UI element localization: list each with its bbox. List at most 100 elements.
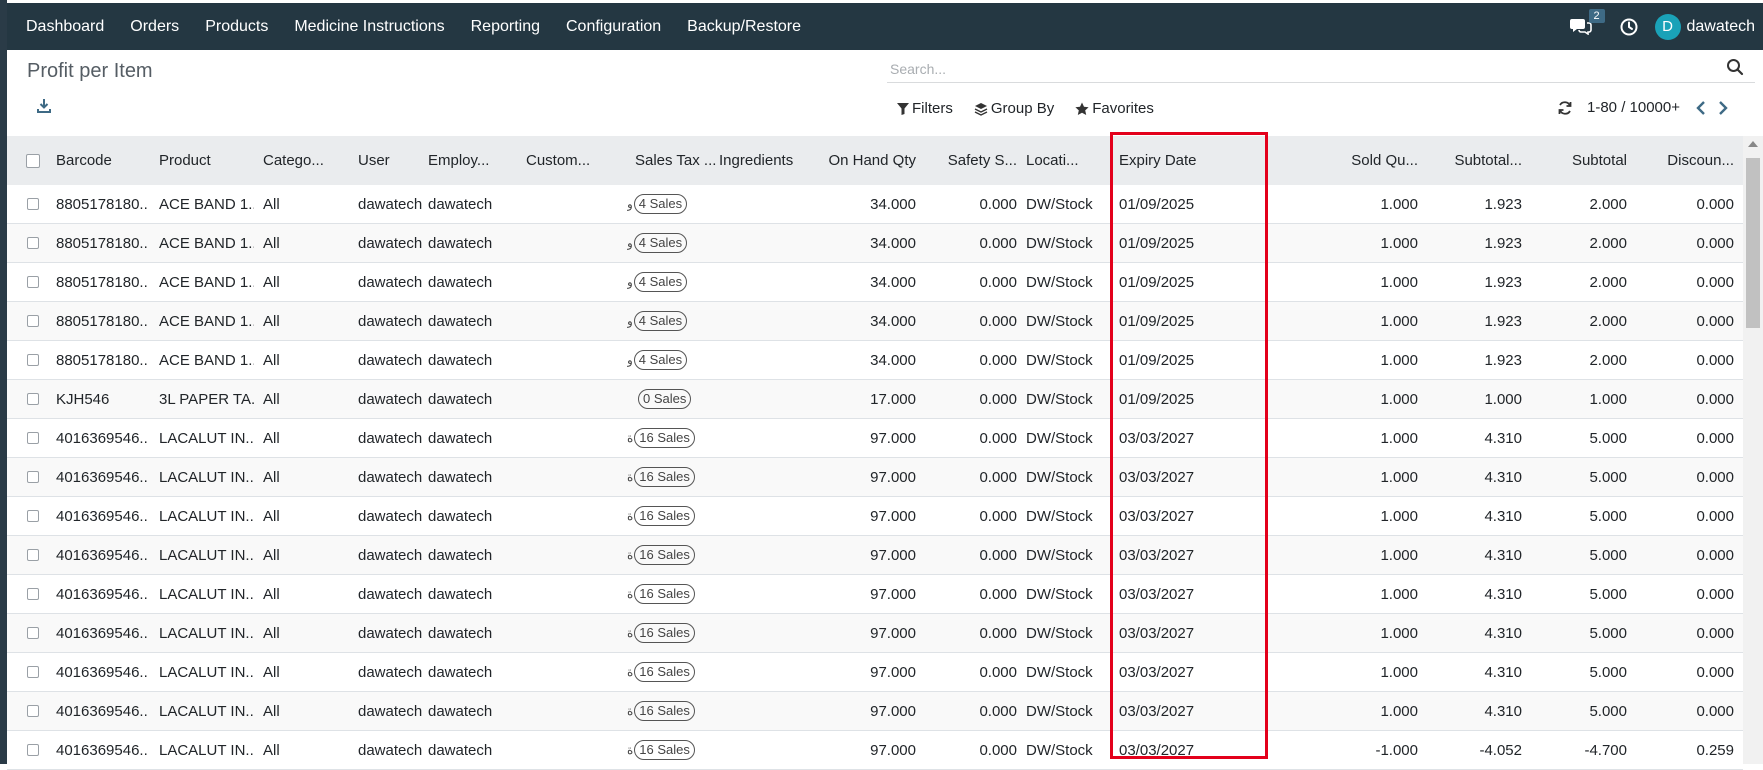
row-checkbox[interactable] <box>27 744 39 756</box>
cell-category: All <box>263 653 348 691</box>
nav-medicine-instructions[interactable]: Medicine Instructions <box>281 18 457 36</box>
cell-safety-stock: 0.000 <box>932 380 1017 418</box>
row-checkbox[interactable] <box>27 198 39 210</box>
cell-ingredients <box>719 536 809 574</box>
table-row[interactable]: 4016369546...LACALUT IN...Alldawatechdaw… <box>7 536 1743 575</box>
col-subtotal[interactable]: Subtotal <box>1529 136 1627 185</box>
row-checkbox[interactable] <box>27 471 39 483</box>
col-employee[interactable]: Employ... <box>428 136 518 185</box>
cell-subtotal-excl: 4.310 <box>1422 692 1522 730</box>
avatar[interactable]: D <box>1655 14 1681 40</box>
col-sold-qty[interactable]: Sold Qu... <box>1322 136 1418 185</box>
nav-configuration[interactable]: Configuration <box>553 18 674 36</box>
vertical-scrollbar[interactable] <box>1743 136 1763 764</box>
table-row[interactable]: 8805178180...ACE BAND 1...Alldawatechdaw… <box>7 224 1743 263</box>
col-customer[interactable]: Custom... <box>526 136 616 185</box>
search-icon[interactable] <box>1726 58 1744 76</box>
search-input[interactable] <box>887 56 1755 83</box>
table-row[interactable]: 8805178180...ACE BAND 1...Alldawatechdaw… <box>7 302 1743 341</box>
cell-user: dawatech <box>358 302 426 340</box>
cell-subtotal: 5.000 <box>1529 692 1627 730</box>
nav-backup-restore[interactable]: Backup/Restore <box>674 18 814 36</box>
cell-category: All <box>263 224 348 262</box>
cell-employee: dawatech <box>428 653 518 691</box>
scroll-thumb[interactable] <box>1746 158 1760 328</box>
col-user[interactable]: User <box>358 136 418 185</box>
col-safety-stock[interactable]: Safety S... <box>932 136 1017 185</box>
scroll-up-arrow[interactable] <box>1748 141 1758 147</box>
cell-discount: 0.000 <box>1632 692 1734 730</box>
cell-sold-qty: 1.000 <box>1322 380 1418 418</box>
table-row[interactable]: 8805178180...ACE BAND 1...Alldawatechdaw… <box>7 263 1743 302</box>
cell-subtotal: 5.000 <box>1529 653 1627 691</box>
table-row[interactable]: 8805178180...ACE BAND 1...Alldawatechdaw… <box>7 185 1743 224</box>
cell-subtotal: 5.000 <box>1529 536 1627 574</box>
row-checkbox[interactable] <box>27 276 39 288</box>
table-row[interactable]: 4016369546...LACALUT IN...Alldawatechdaw… <box>7 458 1743 497</box>
pager-value[interactable]: 1-80 / 10000+ <box>1587 99 1680 116</box>
nav-orders[interactable]: Orders <box>117 18 192 36</box>
col-location[interactable]: Locati... <box>1026 136 1106 185</box>
clock-icon[interactable] <box>1620 18 1638 36</box>
group-by-button[interactable]: Group By <box>974 100 1054 117</box>
favorites-button[interactable]: Favorites <box>1075 100 1154 117</box>
cell-product: LACALUT IN... <box>159 575 254 613</box>
cell-discount: 0.000 <box>1632 536 1734 574</box>
row-checkbox[interactable] <box>27 393 39 405</box>
col-expiry-date[interactable]: Expiry Date <box>1119 136 1269 185</box>
cell-product: LACALUT IN... <box>159 731 254 769</box>
select-all-checkbox[interactable] <box>26 154 40 168</box>
col-subtotal-excl[interactable]: Subtotal... <box>1422 136 1522 185</box>
table-row[interactable]: 4016369546...LACALUT IN...Alldawatechdaw… <box>7 692 1743 731</box>
col-sales-tax[interactable]: Sales Tax ... <box>635 136 720 185</box>
refresh-icon[interactable] <box>1558 101 1572 115</box>
row-checkbox[interactable] <box>27 237 39 249</box>
cell-ingredients <box>719 419 809 457</box>
row-checkbox[interactable] <box>27 432 39 444</box>
nav-dashboard[interactable]: Dashboard <box>7 18 117 36</box>
cell-on-hand-qty: 34.000 <box>816 263 916 301</box>
row-checkbox[interactable] <box>27 354 39 366</box>
table-row[interactable]: 4016369546...LACALUT IN...Alldawatechdaw… <box>7 653 1743 692</box>
table-row[interactable]: 4016369546...LACALUT IN...Alldawatechdaw… <box>7 575 1743 614</box>
cell-subtotal: 2.000 <box>1529 224 1627 262</box>
tax-name-fragment: ة <box>627 587 633 601</box>
download-icon[interactable] <box>36 98 52 114</box>
col-product[interactable]: Product <box>159 136 254 185</box>
cell-expiry-date: 03/03/2027 <box>1119 536 1269 574</box>
col-category[interactable]: Catego... <box>263 136 348 185</box>
table-row[interactable]: 4016369546...LACALUT IN...Alldawatechdaw… <box>7 614 1743 653</box>
cell-discount: 0.259 <box>1632 731 1734 769</box>
table-row[interactable]: 4016369546...LACALUT IN...Alldawatechdaw… <box>7 731 1743 770</box>
select-all-cell <box>26 136 46 185</box>
col-discount[interactable]: Discoun... <box>1632 136 1734 185</box>
filters-button[interactable]: Filters <box>897 100 953 117</box>
nav-products[interactable]: Products <box>192 18 281 36</box>
row-checkbox[interactable] <box>27 627 39 639</box>
col-ingredients[interactable]: Ingredients <box>719 136 809 185</box>
cell-sales-tax: 0 Sales <box>627 380 733 418</box>
cell-customer <box>526 224 616 262</box>
table-header: Barcode Product Catego... User Employ...… <box>7 136 1743 185</box>
table-row[interactable]: 8805178180...ACE BAND 1...Alldawatechdaw… <box>7 341 1743 380</box>
chat-button[interactable]: 2 <box>1570 17 1594 37</box>
row-checkbox[interactable] <box>27 315 39 327</box>
row-checkbox[interactable] <box>27 666 39 678</box>
row-checkbox[interactable] <box>27 510 39 522</box>
table-row[interactable]: 4016369546...LACALUT IN...Alldawatechdaw… <box>7 419 1743 458</box>
cell-expiry-date: 01/09/2025 <box>1119 263 1269 301</box>
row-checkbox[interactable] <box>27 705 39 717</box>
chevron-left-icon[interactable] <box>1696 101 1706 115</box>
cell-subtotal: 1.000 <box>1529 380 1627 418</box>
cell-discount: 0.000 <box>1632 185 1734 223</box>
username[interactable]: dawatech <box>1687 18 1756 36</box>
table-row[interactable]: 4016369546...LACALUT IN...Alldawatechdaw… <box>7 497 1743 536</box>
row-checkbox[interactable] <box>27 549 39 561</box>
nav-reporting[interactable]: Reporting <box>458 18 553 36</box>
cell-subtotal-excl: 1.923 <box>1422 263 1522 301</box>
table-row[interactable]: KJH5463L PAPER TA...Alldawatechdawatech0… <box>7 380 1743 419</box>
chevron-right-icon[interactable] <box>1718 101 1728 115</box>
col-on-hand-qty[interactable]: On Hand Qty <box>816 136 916 185</box>
col-barcode[interactable]: Barcode <box>56 136 146 185</box>
row-checkbox[interactable] <box>27 588 39 600</box>
